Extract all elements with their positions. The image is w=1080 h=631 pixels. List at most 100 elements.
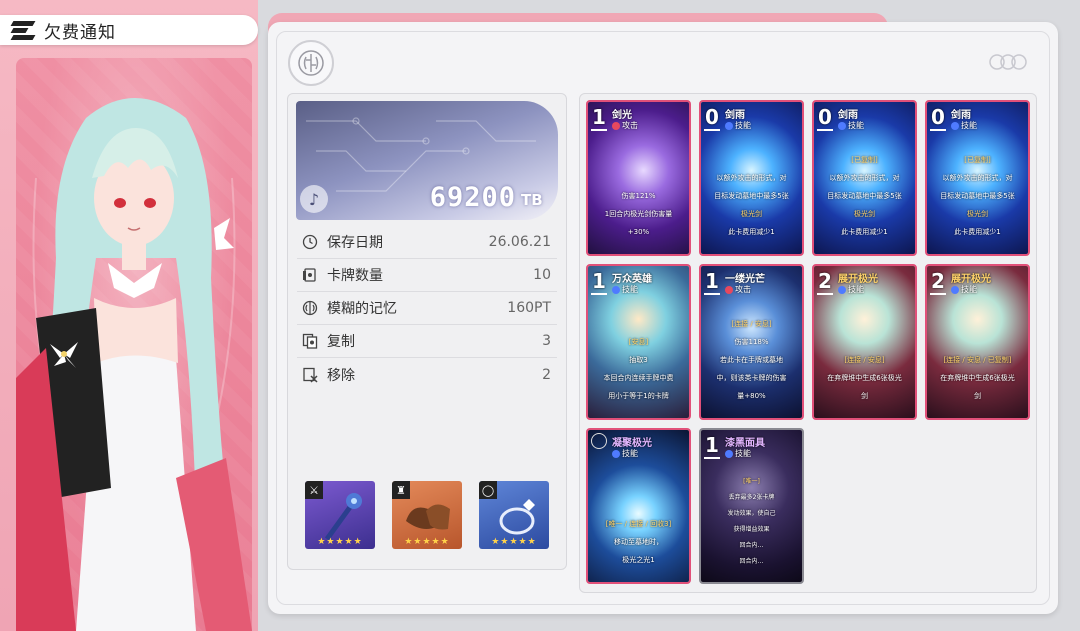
card-unfold-aurora[interactable]: 2 展开极光 技能 [连接 / 安息] 在弃牌堆中生成6张极光 剑: [812, 264, 917, 420]
equipment-weapon[interactable]: ⚔ ★★★★★: [305, 481, 375, 549]
card-sword-rain-copy-2[interactable]: 0 剑雨 技能 [已复制] 以额外攻击的形式，对 目标发动墓地中最多5张 极光剑…: [925, 100, 1030, 256]
card-description: 伤害121% 1回合内极光剑伤害量 +30%: [594, 183, 683, 246]
character-portrait: [16, 58, 252, 631]
card-description: [唯一] 丢弃最多2张卡牌 发动效果，使自己 获得增益效果 回合内… 回合内…: [707, 470, 796, 574]
card-type-label: 技能: [735, 449, 751, 458]
card-cost: 1: [705, 433, 719, 457]
card-desc-line: 伤害121%: [621, 192, 656, 200]
card-cost: 1: [592, 269, 606, 293]
card-desc-line: [连接 / 安息 / 已复制]: [943, 356, 1012, 364]
cost-underline: [591, 293, 607, 295]
card-type-label: 技能: [848, 285, 864, 294]
card-cost: 0: [931, 105, 945, 129]
clock-icon: [301, 233, 319, 251]
card-name: 剑雨: [725, 110, 745, 121]
card-cost: 0: [818, 105, 832, 129]
equipment-armor[interactable]: ♜ ★★★★★: [392, 481, 462, 549]
cost-underline: [704, 293, 720, 295]
card-sword-rain[interactable]: 0 剑雨 技能 以额外攻击的形式，对 目标发动墓地中最多5张 极光剑 此卡费用减…: [699, 100, 804, 256]
rings-deco-icon: [989, 54, 1027, 70]
card-name: 剑光: [612, 110, 632, 121]
rarity-stars: ★★★★★: [491, 537, 537, 547]
card-description: [连接 / 安息] 伤害118% 若此卡在手牌或墓地 中，则该类卡牌的伤害 量+…: [707, 311, 796, 410]
card-description: [安息] 抽取3 本回合内连续手牌中费 用小于等于1的卡牌: [594, 329, 683, 410]
card-black-mask[interactable]: 1 漆黑面具 技能 [唯一] 丢弃最多2张卡牌 发动效果，使自己 获得增益效果 …: [699, 428, 804, 584]
rarity-stars: ★★★★★: [317, 537, 363, 547]
card-desc-line: 抽取3: [629, 356, 648, 364]
stat-value: 160PT: [507, 300, 551, 316]
cost-underline: [704, 457, 720, 459]
card-desc-line: 获得增益效果: [733, 526, 770, 533]
stat-label: 模糊的记忆: [327, 301, 397, 317]
card-desc-line: 回合内…: [739, 542, 764, 549]
card-sword-rain-copy[interactable]: 0 剑雨 技能 [已复制] 以额外攻击的形式，对 目标发动墓地中最多5张 极光剑…: [812, 100, 917, 256]
card-type-label: 技能: [622, 285, 638, 294]
cost-underline: [817, 293, 833, 295]
card-type: 技能: [951, 120, 977, 131]
card-name: 万众英雄: [612, 274, 652, 285]
card-unfold-aurora-copy[interactable]: 2 展开极光 技能 [连接 / 安息 / 已复制] 在弃牌堆中生成6张极光 剑: [925, 264, 1030, 420]
card-desc-line: 以额外攻击的形式，对: [716, 174, 787, 182]
page-title: 欠费通知: [44, 22, 116, 43]
cost-underline: [704, 129, 720, 131]
title-bar: 欠费通知: [0, 15, 258, 45]
card-desc-line: 此卡费用减少1: [841, 228, 888, 236]
card-desc-line: [唯一 / 连接 / 回收3]: [605, 520, 672, 528]
card-ray-of-light[interactable]: 1 一缕光芒 攻击 [连接 / 安息] 伤害118% 若此卡在手牌或墓地 中，则…: [699, 264, 804, 420]
card-description: [唯一 / 连接 / 回收3] 移动至墓地时， 极光之光1: [594, 511, 683, 574]
attack-type-icon: [725, 285, 733, 294]
currency-icon: ♪: [300, 185, 328, 213]
card-type: 技能: [612, 284, 638, 295]
card-desc-line: 在弃牌堆中生成6张极光: [827, 374, 902, 382]
equipment-ring[interactable]: ◯ ★★★★★: [479, 481, 549, 549]
card-desc-line: 1回合内极光剑伤害量: [604, 210, 673, 218]
card-type: 技能: [612, 448, 638, 459]
card-desc-line: 此卡费用减少1: [728, 228, 775, 236]
card-desc-line: [连接 / 安息]: [731, 320, 772, 328]
skill-type-icon: [838, 121, 846, 130]
balance-unit: TB: [521, 191, 543, 209]
card-count-icon: [301, 266, 319, 284]
card-type: 技能: [725, 448, 751, 459]
stat-label: 保存日期: [327, 235, 383, 251]
card-desc-line: 量+80%: [737, 392, 766, 400]
card-type: 技能: [725, 120, 751, 131]
balance-amount: 69200: [429, 182, 516, 213]
card-sword-light[interactable]: 1 剑光 攻击 伤害121% 1回合内极光剑伤害量 +30%: [586, 100, 691, 256]
skill-type-icon: [612, 285, 620, 294]
card-desc-line: 目标发动墓地中最多5张: [827, 192, 902, 200]
card-type: 技能: [951, 284, 977, 295]
card-name: 一缕光芒: [725, 274, 765, 285]
stat-row-memory: 模糊的记忆 160PT: [297, 292, 557, 325]
card-type: 攻击: [612, 120, 638, 131]
card-description: [已复制] 以额外攻击的形式，对 目标发动墓地中最多5张 极光剑 此卡费用减少1: [820, 147, 909, 246]
card-name: 展开极光: [838, 274, 878, 285]
card-desc-line: 极光之光1: [622, 556, 655, 564]
armor-icon: ♜: [392, 481, 410, 499]
skill-type-icon: [612, 449, 620, 458]
cost-underline: [591, 129, 607, 131]
card-hero[interactable]: 1 万众英雄 技能 [安息] 抽取3 本回合内连续手牌中费 用小于等于1的卡牌: [586, 264, 691, 420]
card-desc-line: 以额外攻击的形式，对: [829, 174, 900, 182]
card-desc-line: 极光剑: [741, 210, 762, 218]
card-condensed-aurora[interactable]: 凝聚极光 技能 [唯一 / 连接 / 回收3] 移动至墓地时， 极光之光1: [586, 428, 691, 584]
stat-value: 2: [542, 366, 551, 383]
card-type-label: 技能: [848, 121, 864, 130]
stat-value: 3: [542, 333, 551, 349]
card-description: 以额外攻击的形式，对 目标发动墓地中最多5张 极光剑 此卡费用减少1: [707, 165, 796, 246]
card-type-label: 技能: [961, 121, 977, 130]
stats-list: 保存日期 26.06.21 卡牌数量 10 模糊的记忆 160PT 复制 3 移…: [297, 226, 557, 391]
card-desc-line: 本回合内连续手牌中费: [603, 374, 674, 382]
cost-underline: [930, 293, 946, 295]
card-desc-line: 在弃牌堆中生成6张极光: [940, 374, 1015, 382]
card-type-label: 攻击: [622, 121, 638, 130]
card-name: 剑雨: [838, 110, 858, 121]
no-cost-icon: [591, 433, 607, 449]
card-desc-line: [安息]: [628, 338, 649, 346]
card-desc-line: +30%: [627, 228, 650, 236]
card-description: [连接 / 安息 / 已复制] 在弃牌堆中生成6张极光 剑: [933, 347, 1022, 410]
stat-value: 10: [533, 267, 551, 283]
remove-icon: [301, 366, 319, 384]
stat-row-card-count: 卡牌数量 10: [297, 259, 557, 292]
stat-label: 移除: [327, 367, 355, 384]
